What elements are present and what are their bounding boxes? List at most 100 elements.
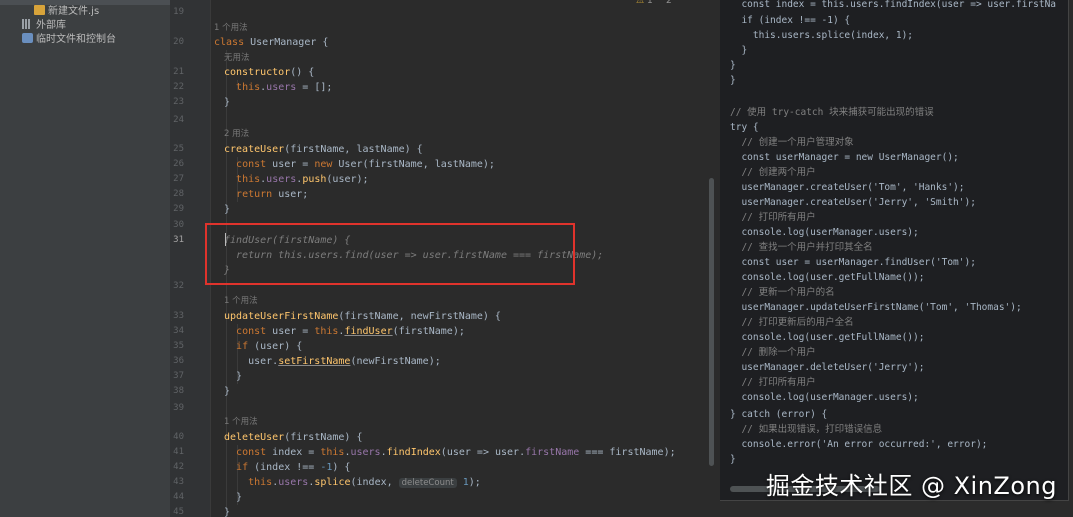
line-number: 19	[173, 7, 184, 17]
line-number: 34	[173, 326, 184, 336]
line-number: 25	[173, 144, 184, 154]
line-number: 28	[173, 189, 184, 199]
preview-code-line: console.log(user.getFullName());	[730, 332, 925, 343]
watermark: 掘金技术社区 @ XinZong	[765, 472, 1057, 500]
code-preview-panel: const index = this.users.findIndex(user …	[716, 0, 1073, 517]
warning-count: 1	[646, 0, 653, 6]
hint-count: ^ 2	[655, 0, 672, 6]
usage-hint[interactable]: 无用法	[224, 52, 250, 65]
usage-hint[interactable]: 2 用法	[224, 128, 249, 141]
code-line-37: }	[224, 371, 243, 382]
code-line-45: }	[224, 507, 231, 517]
line-number: 43	[173, 477, 184, 487]
code-line-38: }	[224, 386, 231, 397]
line-number: 29	[173, 204, 184, 214]
preview-code-line: try {	[730, 122, 759, 133]
preview-code-line: // 使用 try-catch 块来捕获可能出现的错误	[730, 107, 934, 118]
preview-code-line: // 打印所有用户	[730, 212, 816, 223]
preview-code-line: console.error('An error occurred:', erro…	[730, 439, 988, 450]
line-number: 42	[173, 462, 184, 472]
line-number: 30	[173, 220, 184, 230]
preview-code-line: // 更新一个用户的名	[730, 287, 835, 298]
code-line-25: createUser(firstName, lastName) {	[224, 144, 423, 155]
scratches-icon	[22, 33, 33, 43]
code-line-41: const index = this.users.findIndex(user …	[236, 447, 676, 458]
preview-code-line: // 创建一个用户管理对象	[730, 137, 854, 148]
preview-code-line: this.users.splice(index, 1);	[730, 30, 914, 41]
line-number: 40	[173, 432, 184, 442]
preview-code-line: }	[730, 75, 736, 86]
preview-code-line: }	[730, 45, 748, 56]
js-file-icon	[34, 5, 45, 15]
line-number: 41	[173, 447, 184, 457]
code-line-21: constructor() {	[224, 67, 315, 78]
preview-code-line: userManager.createUser('Jerry', 'Smith')…	[730, 197, 976, 208]
preview-code-line: // 打印所有用户	[730, 377, 816, 388]
preview-code-line: if (index !== -1) {	[730, 15, 851, 26]
line-number: 23	[173, 97, 184, 107]
line-number: 27	[173, 174, 184, 184]
code-line-29: }	[224, 204, 231, 215]
code-line-28: return user;	[236, 189, 309, 200]
code-line-27: this.users.push(user);	[236, 174, 369, 185]
code-editor[interactable]: 19 20 21 22 23 24 25 26 27 28 29 30 31 3…	[170, 0, 716, 517]
code-line-23: }	[224, 97, 231, 108]
line-number: 32	[173, 281, 184, 291]
code-line-26: const user = new User(firstName, lastNam…	[236, 159, 495, 170]
preview-code-line: userManager.deleteUser('Jerry');	[730, 362, 925, 373]
preview-code-line: // 如果出现错误，打印错误信息	[730, 424, 883, 435]
editor-vertical-scrollbar[interactable]	[709, 178, 714, 466]
preview-code-line: // 删除一个用户	[730, 347, 816, 358]
red-highlight-annotation	[205, 223, 575, 285]
preview-code-line: const user = userManager.findUser('Tom')…	[730, 257, 976, 268]
usage-hint[interactable]: 1 个用法	[224, 416, 258, 429]
line-number: 33	[173, 311, 184, 321]
preview-code-line: // 打印更新后的用户全名	[730, 317, 854, 328]
line-number: 20	[173, 37, 184, 47]
preview-code-line: console.log(user.getFullName());	[730, 272, 925, 283]
parameter-hint: deleteCount	[398, 478, 457, 488]
preview-code-line: } catch (error) {	[730, 409, 828, 420]
line-number: 36	[173, 356, 184, 366]
usage-hint[interactable]: 1 个用法	[224, 295, 258, 308]
warning-icon: ⚠	[636, 0, 645, 6]
preview-code-line: const userManager = new UserManager();	[730, 152, 959, 163]
line-number: 44	[173, 492, 184, 502]
line-number: 45	[173, 507, 184, 517]
tree-item-new-file-js[interactable]: 新建文件.js	[34, 5, 99, 19]
code-line-22: this.users = [];	[236, 82, 333, 93]
code-line-40: deleteUser(firstName) {	[224, 432, 363, 443]
preview-code-line: userManager.createUser('Tom', 'Hanks');	[730, 182, 965, 193]
line-number: 38	[173, 386, 184, 396]
preview-code-line: }	[730, 454, 736, 465]
tree-item-scratches[interactable]: 临时文件和控制台	[22, 33, 116, 47]
preview-code-line: userManager.updateUserFirstName('Tom', '…	[730, 302, 1022, 313]
code-line-20: class UserManager {	[214, 37, 329, 48]
preview-code-line: // 查找一个用户并打印其全名	[730, 242, 873, 253]
code-line-35: if (user) {	[236, 341, 303, 352]
code-line-34: const user = this.findUser(firstName);	[236, 326, 465, 337]
usage-hint[interactable]: 1 个用法	[214, 22, 248, 35]
line-number: 39	[173, 403, 184, 413]
line-number: 24	[173, 115, 184, 125]
code-line-43: this.users.splice(index, deleteCount 1);	[248, 477, 481, 488]
project-sidebar: 新建文件.js 外部库 临时文件和控制台	[0, 0, 171, 517]
preview-code-line: // 创建两个用户	[730, 167, 816, 178]
code-line-42: if (index !== -1) {	[236, 462, 351, 473]
inspection-status[interactable]: ⚠ 1 ^ 2	[636, 0, 672, 6]
line-number: 26	[173, 159, 184, 169]
line-number: 21	[173, 67, 184, 77]
code-line-33: updateUserFirstName(firstName, newFirstN…	[224, 311, 501, 322]
line-number: 35	[173, 341, 184, 351]
code-line-36: user.setFirstName(newFirstName);	[224, 356, 441, 367]
line-number-active: 31	[173, 235, 184, 245]
preview-code-line: const index = this.users.findIndex(user …	[730, 0, 1057, 10]
line-number: 22	[173, 82, 184, 92]
code-line-44: }	[224, 492, 243, 503]
preview-code-line: console.log(userManager.users);	[730, 227, 919, 238]
line-number: 37	[173, 371, 184, 381]
code-preview: const index = this.users.findIndex(user …	[720, 0, 1069, 501]
preview-code-line: }	[730, 60, 736, 71]
tree-item-external-libraries[interactable]: 外部库	[22, 19, 66, 33]
preview-code-line: console.log(userManager.users);	[730, 392, 919, 403]
